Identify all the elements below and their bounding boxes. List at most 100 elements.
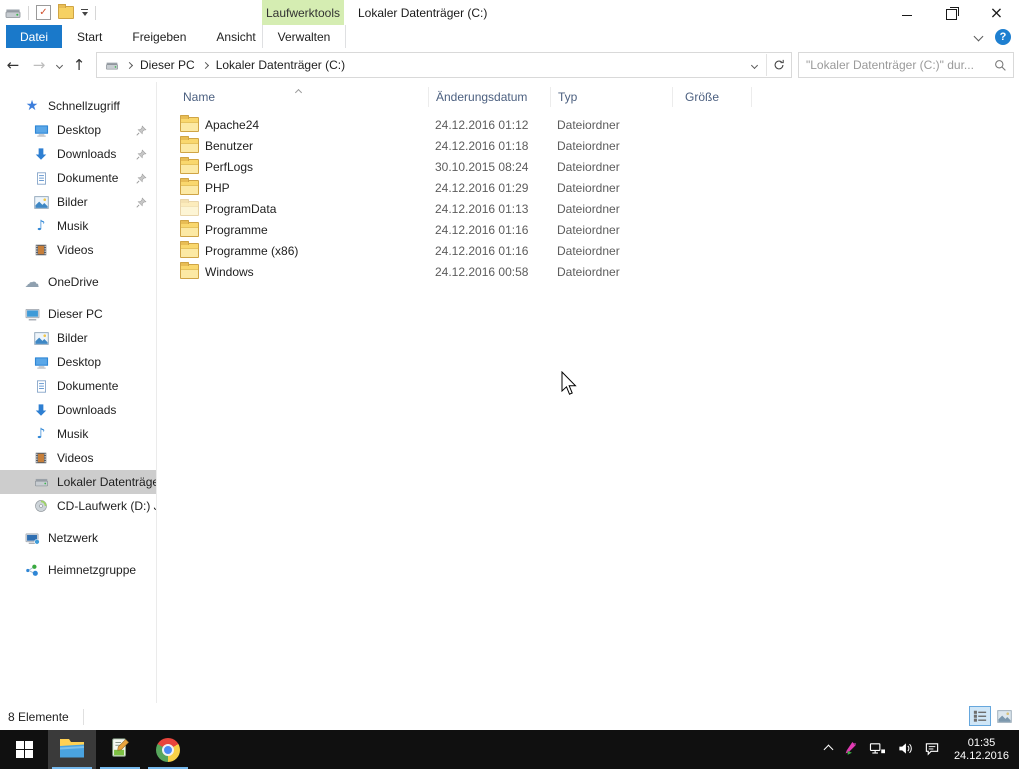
sidebar-item-bilder[interactable]: Bilder (0, 190, 156, 214)
search-icon[interactable] (994, 59, 1013, 72)
status-bar: 8 Elemente (0, 703, 1019, 730)
ribbon-tab-row: Datei Start Freigeben Ansicht Verwalten … (0, 25, 1019, 49)
sidebar-item-pc-musik[interactable]: ♪ Musik (0, 422, 156, 446)
drive-icon (33, 474, 49, 490)
table-row[interactable]: Windows 24.12.2016 00:58 Dateiordner (158, 261, 1019, 282)
column-header-aenderungsdatum[interactable]: Änderungsdatum (428, 87, 550, 107)
table-row[interactable]: Programme 24.12.2016 01:16 Dateiordner (158, 219, 1019, 240)
sidebar-item-pc-dokumente[interactable]: Dokumente (0, 374, 156, 398)
file-explorer-icon (59, 737, 85, 762)
sidebar-item-pc-downloads[interactable]: Downloads (0, 398, 156, 422)
minimize-button[interactable] (884, 0, 929, 25)
address-bar[interactable]: Dieser PC Lokaler Datenträger (C:) (96, 52, 792, 78)
sidebar-item-heimnetzgruppe[interactable]: Heimnetzgruppe (0, 558, 156, 582)
folder-icon (180, 138, 199, 153)
pin-icon (136, 125, 147, 136)
hidden-folder-icon (180, 201, 199, 216)
details-view-button[interactable] (969, 706, 991, 726)
tray-app-icon[interactable] (843, 741, 858, 759)
thumbnail-view-button[interactable] (993, 706, 1015, 726)
column-header-typ[interactable]: Typ (550, 87, 672, 107)
sidebar-item-netzwerk[interactable]: Netzwerk (0, 526, 156, 550)
customize-quick-access-icon[interactable] (81, 9, 88, 17)
help-icon[interactable]: ? (995, 29, 1011, 45)
breadcrumb-dieser-pc[interactable]: Dieser PC (140, 58, 195, 72)
tab-ansicht[interactable]: Ansicht (201, 25, 270, 48)
forward-button[interactable]: → (26, 56, 52, 74)
close-button[interactable]: × (974, 0, 1019, 25)
sidebar-item-onedrive[interactable]: ☁ OneDrive (0, 270, 156, 294)
item-count: 8 Elemente (8, 710, 69, 724)
pin-icon (136, 149, 147, 160)
onedrive-group: ☁ OneDrive (0, 270, 156, 294)
navigation-pane: ★ Schnellzugriff Desktop Downloads Dokum… (0, 82, 157, 703)
sidebar-item-pc-desktop[interactable]: Desktop (0, 350, 156, 374)
taskbar: 01:35 24.12.2016 (0, 730, 1019, 769)
properties-check-icon[interactable]: ✓ (36, 5, 51, 20)
desktop-icon (33, 122, 49, 138)
tab-datei[interactable]: Datei (6, 25, 62, 48)
pin-icon (136, 173, 147, 184)
sidebar-item-dokumente[interactable]: Dokumente (0, 166, 156, 190)
contextual-tool-group[interactable]: Laufwerktools (262, 0, 344, 25)
sidebar-item-desktop[interactable]: Desktop (0, 118, 156, 142)
window-title: Lokaler Datenträger (C:) (358, 0, 487, 25)
divider (28, 6, 29, 20)
up-button[interactable]: ↑ (66, 56, 92, 74)
ribbon-controls: ? (975, 25, 1011, 48)
table-row[interactable]: Benutzer 24.12.2016 01:18 Dateiordner (158, 135, 1019, 156)
sidebar-item-downloads[interactable]: Downloads (0, 142, 156, 166)
sidebar-item-videos[interactable]: Videos (0, 238, 156, 262)
view-switcher (969, 706, 1015, 726)
taskbar-editor-button[interactable] (96, 730, 144, 769)
sidebar-item-cd-laufwerk[interactable]: CD-Laufwerk (D:) J_ (0, 494, 156, 518)
pictures-icon (33, 194, 49, 210)
restore-button[interactable] (929, 0, 974, 25)
tab-start[interactable]: Start (62, 25, 117, 48)
tray-expand-icon[interactable] (823, 745, 833, 755)
address-dropdown-icon[interactable] (742, 54, 766, 76)
volume-icon[interactable] (897, 741, 913, 759)
new-folder-icon[interactable] (58, 6, 74, 19)
explorer-window: ✓ Laufwerktools Lokaler Datenträger (C:)… (0, 0, 1019, 769)
search-input[interactable] (799, 58, 994, 72)
sidebar-item-schnellzugriff[interactable]: ★ Schnellzugriff (0, 94, 156, 118)
start-button[interactable] (0, 730, 48, 769)
pin-icon (136, 197, 147, 208)
music-icon: ♪ (33, 218, 49, 234)
sidebar-item-pc-bilder[interactable]: Bilder (0, 326, 156, 350)
tab-freigeben[interactable]: Freigeben (117, 25, 201, 48)
search-box[interactable] (798, 52, 1014, 78)
taskbar-chrome-button[interactable] (144, 730, 192, 769)
table-row[interactable]: ProgramData 24.12.2016 01:13 Dateiordner (158, 198, 1019, 219)
refresh-icon[interactable] (766, 54, 791, 76)
tab-verwalten[interactable]: Verwalten (262, 25, 346, 48)
sort-ascending-icon (296, 84, 301, 98)
sidebar-item-dieser-pc[interactable]: Dieser PC (0, 302, 156, 326)
breadcrumb-lokaler-datentraeger[interactable]: Lokaler Datenträger (C:) (216, 58, 345, 72)
column-header-groesse[interactable]: Größe (672, 87, 752, 107)
action-center-icon[interactable] (924, 741, 940, 759)
sidebar-item-lokaler-datentraeger[interactable]: Lokaler Datenträger (0, 470, 156, 494)
table-row[interactable]: Apache24 24.12.2016 01:12 Dateiordner (158, 114, 1019, 135)
music-icon: ♪ (33, 426, 49, 442)
quick-access-toolbar: ✓ (0, 5, 96, 21)
breadcrumb-separator-icon[interactable] (202, 61, 209, 68)
close-icon: × (990, 5, 1003, 21)
table-row[interactable]: Programme (x86) 24.12.2016 01:16 Dateior… (158, 240, 1019, 261)
taskbar-file-explorer-button[interactable] (48, 730, 96, 769)
taskbar-clock[interactable]: 01:35 24.12.2016 (951, 737, 1009, 763)
network-tray-icon[interactable] (869, 741, 886, 759)
table-row[interactable]: PHP 24.12.2016 01:29 Dateiordner (158, 177, 1019, 198)
sidebar-item-musik[interactable]: ♪ Musik (0, 214, 156, 238)
expand-ribbon-icon[interactable] (974, 32, 984, 42)
breadcrumb-separator-icon[interactable] (126, 61, 133, 68)
system-tray: 01:35 24.12.2016 (825, 730, 1019, 769)
text-editor-icon (109, 736, 131, 763)
sidebar-item-pc-videos[interactable]: Videos (0, 446, 156, 470)
videos-icon (33, 242, 49, 258)
back-button[interactable]: ← (0, 56, 26, 74)
recent-locations-icon[interactable] (52, 63, 66, 68)
table-row[interactable]: PerfLogs 30.10.2015 08:24 Dateiordner (158, 156, 1019, 177)
column-header-name[interactable]: Name (158, 87, 428, 107)
